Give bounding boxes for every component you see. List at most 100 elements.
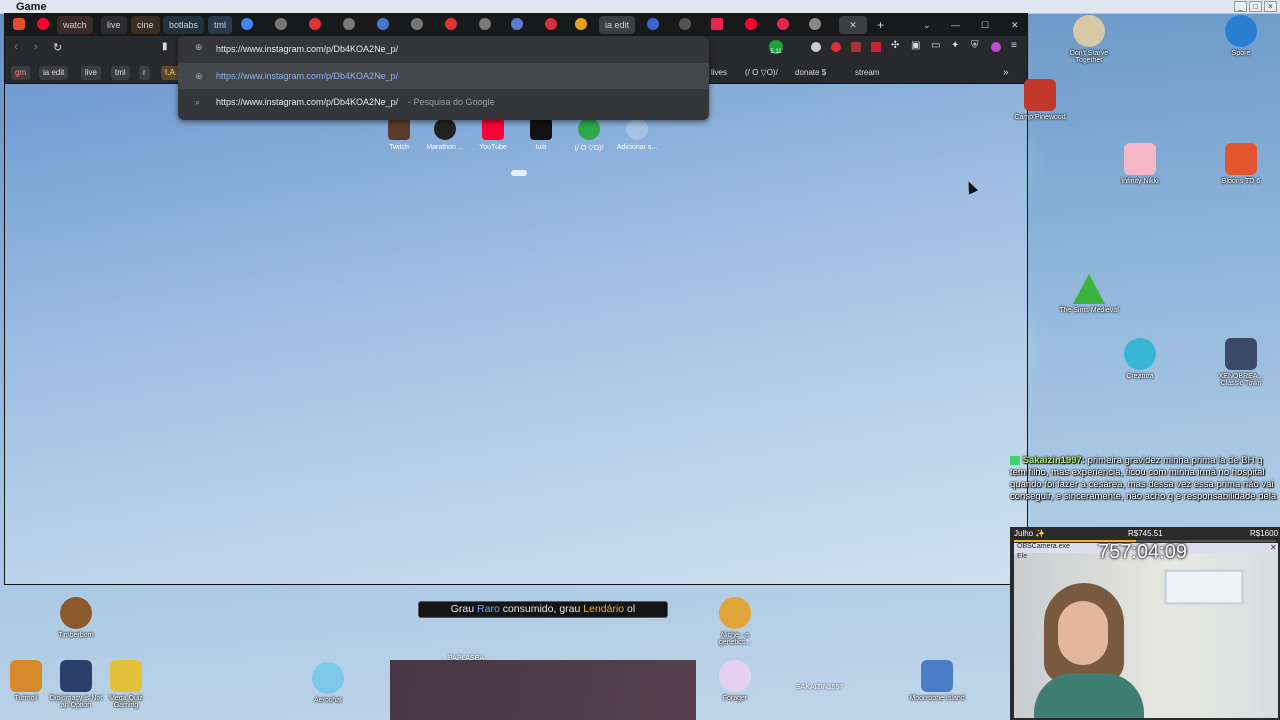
forward-icon[interactable]: › xyxy=(34,41,38,53)
desktop-icon-moonstone[interactable]: Moonstone Island xyxy=(907,660,967,702)
browser-window: watch live cine botlabs tml ia edit ✕ + … xyxy=(5,14,1027,584)
sidebar-icon[interactable]: ▣ xyxy=(911,40,920,51)
tab-icon[interactable] xyxy=(711,18,723,30)
infinity-nikki-icon xyxy=(1124,143,1156,175)
desktop-icon-timberborn[interactable]: Timberborn xyxy=(46,597,106,639)
active-tab-close-icon[interactable]: ✕ xyxy=(839,16,867,34)
more-bookmarks-icon[interactable]: » xyxy=(1003,66,1009,80)
turmoil-icon xyxy=(10,660,42,692)
close-window-button[interactable]: × xyxy=(1264,1,1277,12)
game-window-titlebar: Game _ □ × xyxy=(0,0,1280,14)
forager-icon xyxy=(719,660,751,692)
maximize-button[interactable]: □ xyxy=(1249,1,1262,12)
browser-maximize-icon[interactable]: ☐ xyxy=(975,16,995,34)
goal-progress-fill xyxy=(1014,540,1137,542)
puzzle-icon[interactable]: ✣ xyxy=(891,40,899,51)
browser-close-icon[interactable]: ✕ xyxy=(1005,16,1025,34)
desktop-icon-xenobreak[interactable]: XENOBREA... Classic Town xyxy=(1211,338,1271,387)
creatura-icon xyxy=(1124,338,1156,370)
ai-icon[interactable]: ✦ xyxy=(951,40,959,51)
address-bar[interactable] xyxy=(216,41,696,57)
bookmark-gm[interactable]: gm xyxy=(11,66,31,80)
tab-icon[interactable] xyxy=(445,18,457,30)
tab-list-chevron-icon[interactable]: ⌄ xyxy=(917,16,937,34)
globe-icon[interactable] xyxy=(479,18,491,30)
webcam-feed: OBSCamera.exe Ele ✕ 757:04:09 xyxy=(1014,543,1278,718)
globe-icon[interactable] xyxy=(343,18,355,30)
desktop-icon-niche[interactable]: Niche - a genetics... xyxy=(705,597,765,646)
chat-overlay: Sakaizin1997: primeira gravidez minha pr… xyxy=(1010,455,1280,521)
tab-icon[interactable] xyxy=(647,18,659,30)
goal-target: R$1600 xyxy=(1250,529,1279,538)
beaver-icon xyxy=(60,597,92,629)
tab-watch[interactable]: watch xyxy=(57,16,93,34)
extension-badge[interactable]: 5.11 xyxy=(769,40,783,55)
tab-icon[interactable] xyxy=(309,18,321,30)
menu-icon[interactable]: ≡ xyxy=(1011,40,1017,51)
desktop-icon-infinity-nikki[interactable]: Infinity Nikki xyxy=(1110,143,1170,185)
tab-icon[interactable] xyxy=(545,18,557,30)
twitch-icon xyxy=(388,118,410,140)
desktop-icon-forager[interactable]: Forager xyxy=(705,660,765,702)
globe-icon[interactable] xyxy=(275,18,287,30)
desktop-icon-creatura[interactable]: Creatura xyxy=(1110,338,1170,380)
tab-icon[interactable] xyxy=(575,18,587,30)
tab-icon[interactable] xyxy=(777,18,789,30)
tab-live[interactable]: live xyxy=(101,16,127,34)
tab-icon[interactable] xyxy=(377,18,389,30)
extension-icon[interactable] xyxy=(811,42,821,52)
globe-icon[interactable] xyxy=(411,18,423,30)
plumbob-icon xyxy=(1073,274,1105,304)
desktop-icon-dont-starve[interactable]: Don't Starve Together xyxy=(1059,15,1119,64)
bookmark-icon[interactable]: ▮ xyxy=(162,41,168,52)
desktop-icon-spore[interactable]: Spore xyxy=(1211,15,1271,57)
suggestion-search[interactable]: ⌕ https://www.instagram.com/p/Db4KOA2Ne_… xyxy=(178,89,709,115)
bookmark-ia-edit[interactable]: ia edit xyxy=(39,66,69,80)
bookmark-kaomoji[interactable]: (/ O ▽O)/ xyxy=(745,66,778,80)
tab-icon[interactable] xyxy=(679,18,691,30)
suggestion-suffix: - Pesquisa do Google xyxy=(408,97,495,107)
shortcut-add[interactable]: Adicionar s... xyxy=(607,118,667,151)
bookmark-live[interactable]: live xyxy=(81,66,102,80)
bookmark-donate[interactable]: donate $ xyxy=(795,66,826,80)
extension-icon[interactable] xyxy=(831,42,841,52)
youtube-icon xyxy=(482,118,504,140)
stream-timer: 757:04:09 xyxy=(1098,543,1187,563)
suggestion-url[interactable]: ⊕ https://www.instagram.com/p/Db4KOA2Ne_… xyxy=(178,63,709,89)
extension-icon[interactable] xyxy=(871,42,881,52)
suggestion-text: https://www.instagram.com/p/Db4KOA2Ne_p/ xyxy=(216,71,399,81)
desktop-icon-bloons[interactable]: Bloons TD 6 xyxy=(1211,143,1271,185)
youtube-icon[interactable] xyxy=(37,18,49,30)
desktop-icon-sims-medieval[interactable]: The Sims Medieval xyxy=(1059,274,1119,314)
tab-tml[interactable]: tml xyxy=(208,16,232,34)
tab-ia-edit[interactable]: ia edit xyxy=(599,16,636,34)
shield-icon[interactable] xyxy=(809,18,821,30)
new-tab-plus-icon[interactable]: + xyxy=(871,16,890,34)
shield-icon[interactable]: ⛨ xyxy=(971,40,979,51)
back-icon[interactable]: ‹ xyxy=(14,41,18,53)
desktop-icon-mega-quiz[interactable]: Mega Quiz Gaming xyxy=(96,660,156,709)
tab-strip: watch live cine botlabs tml ia edit ✕ + … xyxy=(5,14,1027,36)
desktop-icon-camp-pinewood[interactable]: Camp Pinewood xyxy=(1010,79,1070,121)
extension-icon[interactable] xyxy=(851,42,861,52)
youtube-icon[interactable] xyxy=(745,18,757,30)
chrome-icon[interactable] xyxy=(241,18,253,30)
bookmark-tml[interactable]: tml xyxy=(111,66,130,80)
minimize-button[interactable]: _ xyxy=(1234,1,1247,12)
wallet-icon[interactable]: ▭ xyxy=(931,40,940,51)
tab-cine[interactable]: cine xyxy=(131,16,160,34)
browser-minimize-icon[interactable]: — xyxy=(945,16,966,34)
mega-quiz-icon xyxy=(110,660,142,692)
camera-close-icon[interactable]: ✕ xyxy=(1270,543,1277,552)
bookmark-stream[interactable]: stream xyxy=(855,66,879,80)
tab-botlabs[interactable]: botlabs xyxy=(163,16,205,34)
page-dots[interactable] xyxy=(511,170,527,176)
bookmark-r[interactable]: r xyxy=(139,66,150,80)
profile-avatar[interactable] xyxy=(991,42,1001,52)
bookmark-lives[interactable]: lives xyxy=(711,66,727,80)
tab-icon[interactable] xyxy=(511,18,523,30)
app-icon[interactable] xyxy=(13,18,25,30)
reload-icon[interactable]: ↻ xyxy=(53,41,62,54)
desktop-icon-aerochat[interactable]: Aerochat xyxy=(298,662,358,704)
legendary-label: Lendário xyxy=(583,603,625,615)
